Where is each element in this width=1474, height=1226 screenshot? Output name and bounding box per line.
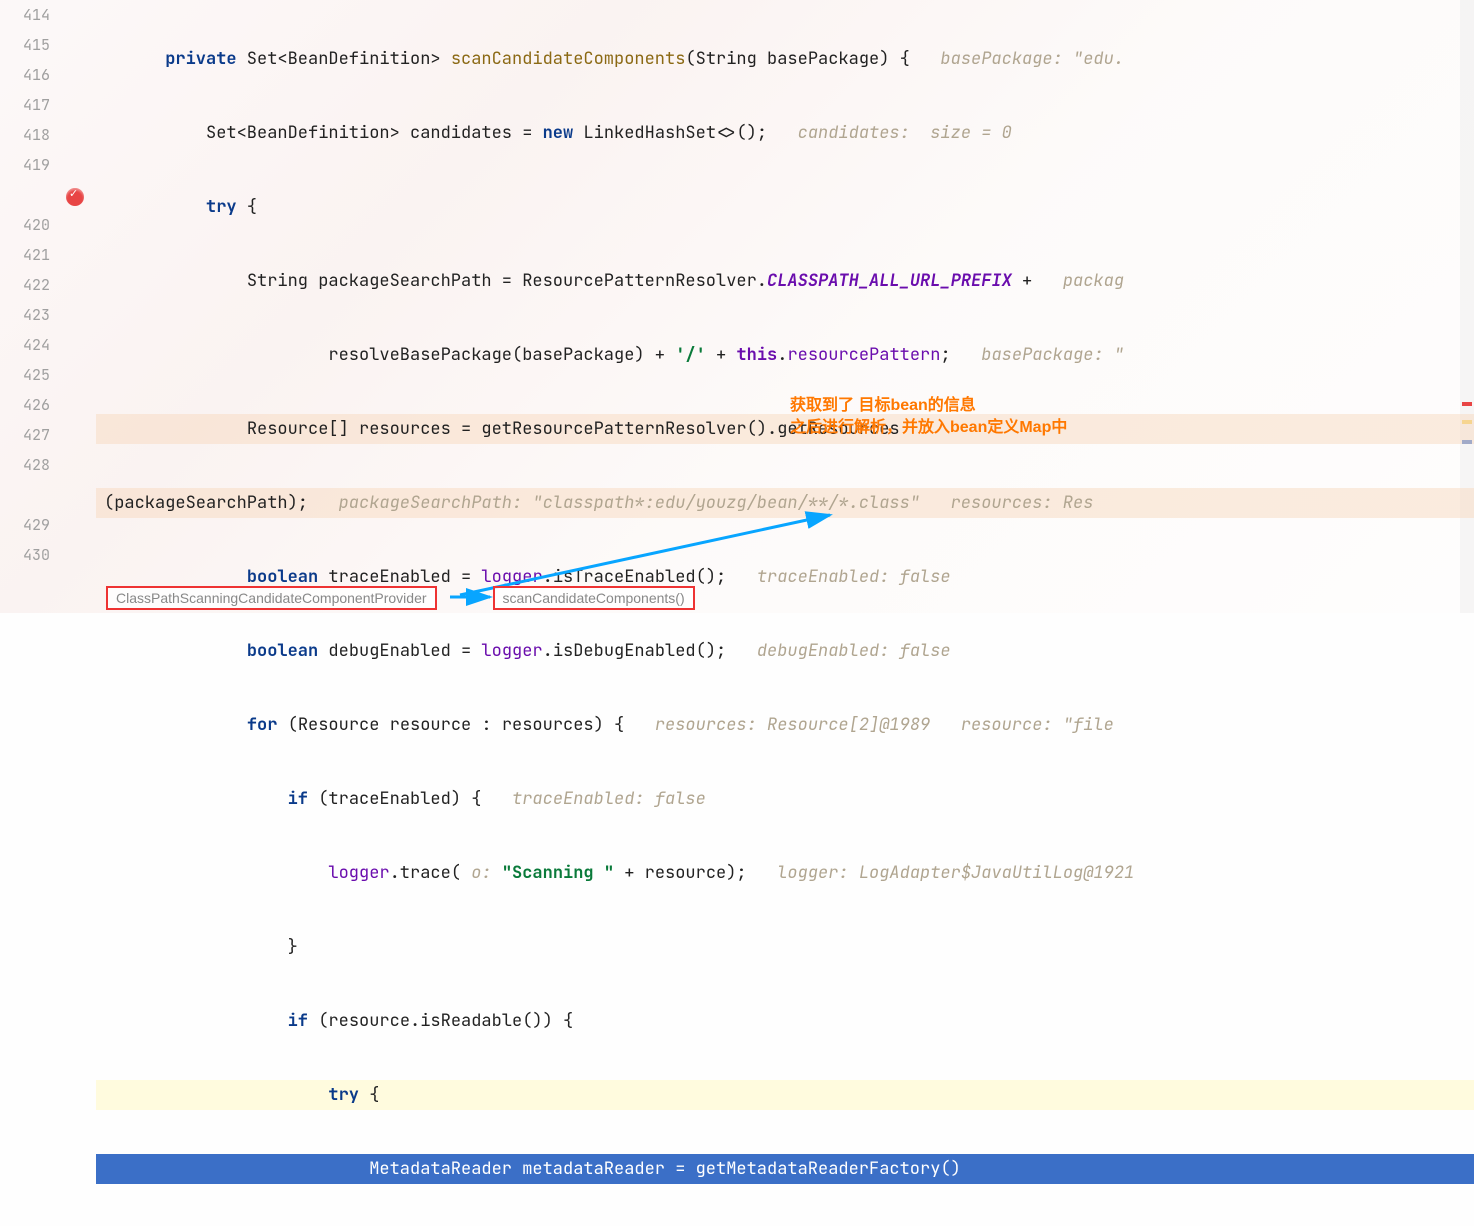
line-number[interactable]: 428: [0, 450, 50, 480]
line-number[interactable]: 420: [0, 210, 50, 240]
line-number[interactable]: 429: [0, 510, 50, 540]
code-line-breakpoint: Resource[] resources = getResourcePatter…: [96, 414, 1474, 444]
line-number[interactable]: 430: [0, 540, 50, 570]
code-line: boolean debugEnabled = logger.isDebugEna…: [96, 636, 1474, 666]
code-line: logger.trace( o: "Scanning " + resource)…: [96, 858, 1474, 888]
line-number-gutter[interactable]: 414 415 416 417 418 419 420 421 422 423 …: [0, 0, 60, 583]
line-number[interactable]: 418: [0, 120, 50, 150]
line-number[interactable]: [0, 180, 50, 210]
breadcrumb-bar[interactable]: ClassPathScanningCandidateComponentProvi…: [106, 583, 695, 613]
code-line: try {: [96, 1080, 1474, 1110]
line-number[interactable]: 426: [0, 390, 50, 420]
line-number[interactable]: 422: [0, 270, 50, 300]
code-line: String packageSearchPath = ResourcePatte…: [96, 266, 1474, 296]
code-line: for (Resource resource : resources) { re…: [96, 710, 1474, 740]
line-number[interactable]: 417: [0, 90, 50, 120]
line-number[interactable]: 414: [0, 0, 50, 30]
code-editor[interactable]: 414 415 416 417 418 419 420 421 422 423 …: [0, 0, 1474, 583]
code-line: private Set<BeanDefinition> scanCandidat…: [96, 44, 1474, 74]
line-number[interactable]: 427: [0, 420, 50, 450]
gutter-markers[interactable]: [60, 0, 96, 583]
line-number[interactable]: 416: [0, 60, 50, 90]
code-area[interactable]: private Set<BeanDefinition> scanCandidat…: [96, 0, 1474, 583]
annotation-text: 获取到了 目标bean的信息 之后进行解析，并放入bean定义Map中: [790, 395, 1067, 440]
code-line: resolveBasePackage(basePackage) + '/' + …: [96, 340, 1474, 370]
code-line: Set<BeanDefinition> candidates = new Lin…: [96, 118, 1474, 148]
code-line-executing: MetadataReader metadataReader = getMetad…: [96, 1154, 1474, 1184]
breadcrumb-class[interactable]: ClassPathScanningCandidateComponentProvi…: [106, 586, 437, 610]
line-number[interactable]: 415: [0, 30, 50, 60]
line-number[interactable]: 419: [0, 150, 50, 180]
breadcrumb-method[interactable]: scanCandidateComponents(): [493, 586, 695, 610]
code-line: }: [96, 932, 1474, 962]
line-number[interactable]: 425: [0, 360, 50, 390]
code-line: if (resource.isReadable()) {: [96, 1006, 1474, 1036]
line-number[interactable]: [0, 480, 50, 510]
breadcrumb-separator: [437, 597, 457, 599]
line-number[interactable]: 423: [0, 300, 50, 330]
code-line: try {: [96, 192, 1474, 222]
line-number[interactable]: 424: [0, 330, 50, 360]
code-line: if (traceEnabled) { traceEnabled: false: [96, 784, 1474, 814]
line-number[interactable]: 421: [0, 240, 50, 270]
breakpoint-checked-icon[interactable]: [66, 188, 84, 206]
